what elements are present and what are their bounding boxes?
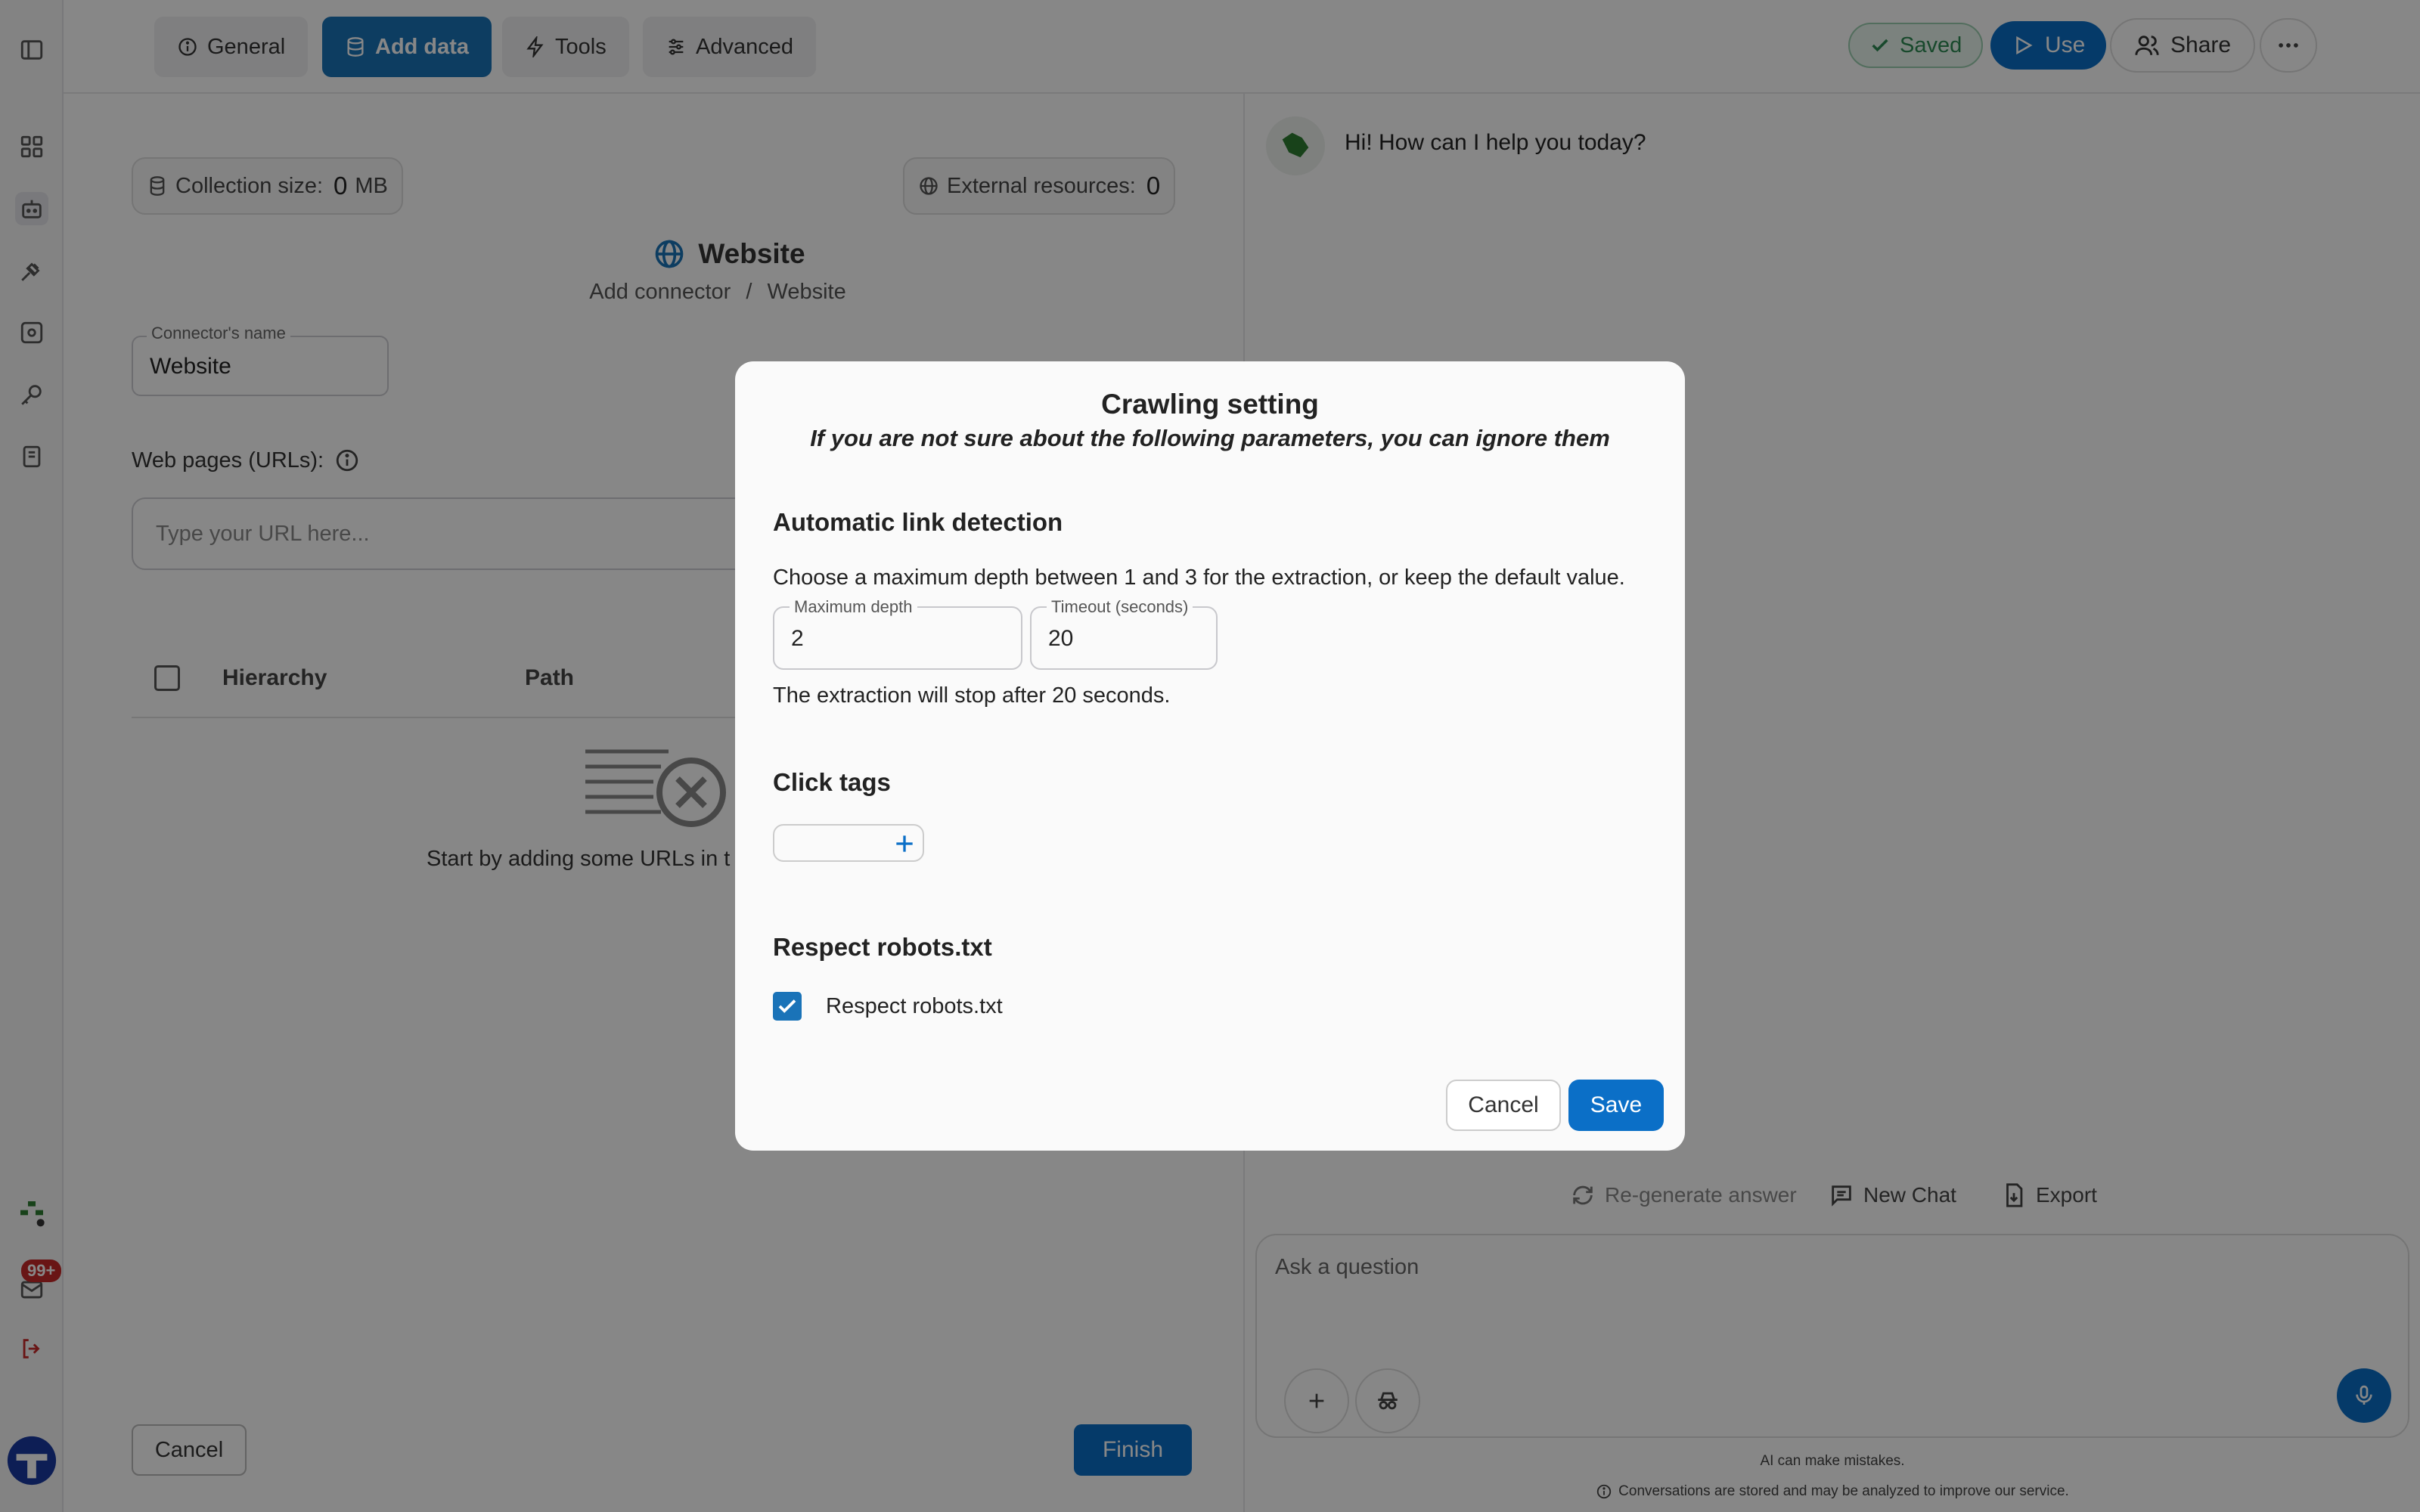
add-tag-button[interactable] [891, 830, 918, 857]
max-depth-label: Maximum depth [790, 597, 917, 617]
dialog-save-button[interactable]: Save [1568, 1080, 1664, 1131]
dialog-title: Crawling setting [1101, 389, 1319, 420]
crawling-setting-dialog: Crawling setting If you are not sure abo… [735, 361, 1685, 1151]
robots-checkbox[interactable] [773, 992, 802, 1021]
plus-icon [892, 832, 917, 856]
robots-checkbox-row[interactable]: Respect robots.txt [773, 992, 1003, 1021]
section-link-detection: Automatic link detection [773, 508, 1063, 536]
dialog-cancel-button[interactable]: Cancel [1446, 1080, 1561, 1131]
timeout-label: Timeout (seconds) [1047, 597, 1193, 617]
dialog-subtitle: If you are not sure about the following … [810, 425, 1610, 451]
robots-checkbox-label: Respect robots.txt [826, 993, 1003, 1018]
checkmark-icon [776, 995, 799, 1018]
timeout-input[interactable]: Timeout (seconds) 20 [1030, 597, 1218, 670]
section-robots: Respect robots.txt [773, 933, 992, 961]
click-tags-input[interactable] [773, 824, 924, 862]
max-depth-value: 2 [791, 626, 804, 651]
timeout-description: The extraction will stop after 20 second… [773, 683, 1171, 708]
section-click-tags: Click tags [773, 768, 891, 796]
timeout-value: 20 [1048, 626, 1074, 651]
link-detection-description: Choose a maximum depth between 1 and 3 f… [773, 565, 1625, 590]
max-depth-input[interactable]: Maximum depth 2 [773, 597, 1022, 670]
